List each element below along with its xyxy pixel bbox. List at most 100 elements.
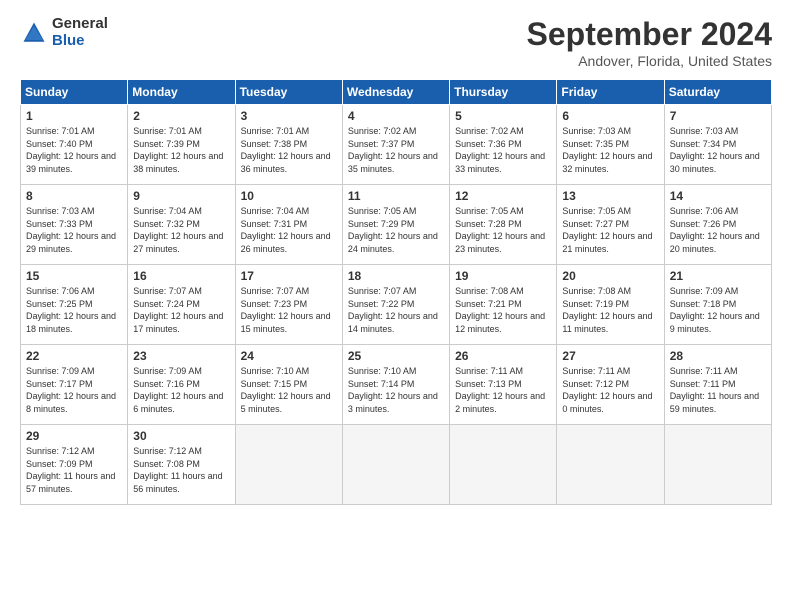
cell-info: Sunrise: 7:11 AMSunset: 7:13 PMDaylight:… [455,365,551,415]
weekday-header-row: SundayMondayTuesdayWednesdayThursdayFrid… [21,80,772,105]
weekday-header-cell: Wednesday [342,80,449,105]
day-number: 22 [26,349,122,363]
calendar-cell: 7 Sunrise: 7:03 AMSunset: 7:34 PMDaylight… [664,105,771,185]
calendar-cell: 19 Sunrise: 7:08 AMSunset: 7:21 PMDayligh… [450,265,557,345]
logo-blue-text: Blue [52,33,108,50]
calendar-cell: 10Sunrise: 7:04 AMSunset: 7:31 PMDayligh… [235,185,342,265]
logo-text: General Blue [52,16,108,49]
cell-info: Sunrise: 7:03 AMSunset: 7:33 PMDaylight:… [26,205,122,255]
cell-info: Sunrise: 7:11 AMSunset: 7:12 PMDaylight:… [562,365,658,415]
calendar-cell: 25 Sunrise: 7:10 AMSunset: 7:14 PMDayligh… [342,345,449,425]
weekday-header-cell: Tuesday [235,80,342,105]
day-number: 16 [133,269,229,283]
cell-info: Sunrise: 7:09 AMSunset: 7:16 PMDaylight:… [133,365,229,415]
weekday-header-cell: Friday [557,80,664,105]
cell-info: Sunrise: 7:07 AMSunset: 7:23 PMDaylight:… [241,285,337,335]
header: General Blue September 2024 Andover, Flo… [20,16,772,69]
weekday-header-cell: Monday [128,80,235,105]
day-number: 29 [26,429,122,443]
calendar-week-row: 1 Sunrise: 7:01 AMSunset: 7:40 PMDaylight… [21,105,772,185]
cell-info: Sunrise: 7:04 AMSunset: 7:31 PMDaylight:… [241,205,337,255]
day-number: 25 [348,349,444,363]
day-number: 13 [562,189,658,203]
cell-info: Sunrise: 7:10 AMSunset: 7:14 PMDaylight:… [348,365,444,415]
cell-info: Sunrise: 7:12 AMSunset: 7:09 PMDaylight:… [26,445,122,495]
month-title: September 2024 [527,16,772,53]
day-number: 19 [455,269,551,283]
calendar-cell: 6 Sunrise: 7:03 AMSunset: 7:35 PMDaylight… [557,105,664,185]
cell-info: Sunrise: 7:03 AMSunset: 7:35 PMDaylight:… [562,125,658,175]
weekday-header-cell: Sunday [21,80,128,105]
logo: General Blue [20,16,108,49]
location-text: Andover, Florida, United States [527,53,772,69]
cell-info: Sunrise: 7:05 AMSunset: 7:28 PMDaylight:… [455,205,551,255]
day-number: 24 [241,349,337,363]
logo-icon [20,19,48,47]
cell-info: Sunrise: 7:11 AMSunset: 7:11 PMDaylight:… [670,365,766,415]
calendar-cell: 28 Sunrise: 7:11 AMSunset: 7:11 PMDayligh… [664,345,771,425]
day-number: 5 [455,109,551,123]
calendar-body: 1 Sunrise: 7:01 AMSunset: 7:40 PMDaylight… [21,105,772,505]
cell-info: Sunrise: 7:07 AMSunset: 7:24 PMDaylight:… [133,285,229,335]
cell-info: Sunrise: 7:01 AMSunset: 7:38 PMDaylight:… [241,125,337,175]
cell-info: Sunrise: 7:08 AMSunset: 7:21 PMDaylight:… [455,285,551,335]
day-number: 8 [26,189,122,203]
calendar-cell: 26 Sunrise: 7:11 AMSunset: 7:13 PMDayligh… [450,345,557,425]
day-number: 4 [348,109,444,123]
calendar-cell: 15 Sunrise: 7:06 AMSunset: 7:25 PMDayligh… [21,265,128,345]
cell-info: Sunrise: 7:03 AMSunset: 7:34 PMDaylight:… [670,125,766,175]
day-number: 15 [26,269,122,283]
calendar-cell: 17Sunrise: 7:07 AMSunset: 7:23 PMDayligh… [235,265,342,345]
calendar-cell: 20 Sunrise: 7:08 AMSunset: 7:19 PMDayligh… [557,265,664,345]
day-number: 23 [133,349,229,363]
day-number: 27 [562,349,658,363]
day-number: 1 [26,109,122,123]
calendar-cell [450,425,557,505]
calendar-cell: 1 Sunrise: 7:01 AMSunset: 7:40 PMDaylight… [21,105,128,185]
day-number: 26 [455,349,551,363]
cell-info: Sunrise: 7:09 AMSunset: 7:17 PMDaylight:… [26,365,122,415]
day-number: 2 [133,109,229,123]
calendar-week-row: 8 Sunrise: 7:03 AMSunset: 7:33 PMDaylight… [21,185,772,265]
title-area: September 2024 Andover, Florida, United … [527,16,772,69]
cell-info: Sunrise: 7:09 AMSunset: 7:18 PMDaylight:… [670,285,766,335]
calendar-cell: 22 Sunrise: 7:09 AMSunset: 7:17 PMDayligh… [21,345,128,425]
calendar-week-row: 22 Sunrise: 7:09 AMSunset: 7:17 PMDayligh… [21,345,772,425]
cell-info: Sunrise: 7:01 AMSunset: 7:40 PMDaylight:… [26,125,122,175]
cell-info: Sunrise: 7:07 AMSunset: 7:22 PMDaylight:… [348,285,444,335]
day-number: 12 [455,189,551,203]
day-number: 6 [562,109,658,123]
calendar-cell: 23 Sunrise: 7:09 AMSunset: 7:16 PMDayligh… [128,345,235,425]
day-number: 7 [670,109,766,123]
calendar-cell: 27 Sunrise: 7:11 AMSunset: 7:12 PMDayligh… [557,345,664,425]
calendar-cell: 18Sunrise: 7:07 AMSunset: 7:22 PMDayligh… [342,265,449,345]
cell-info: Sunrise: 7:02 AMSunset: 7:37 PMDaylight:… [348,125,444,175]
calendar-cell [235,425,342,505]
day-number: 14 [670,189,766,203]
calendar-table: SundayMondayTuesdayWednesdayThursdayFrid… [20,79,772,505]
day-number: 30 [133,429,229,443]
calendar-cell: 21 Sunrise: 7:09 AMSunset: 7:18 PMDayligh… [664,265,771,345]
weekday-header-cell: Thursday [450,80,557,105]
calendar-cell: 30Sunrise: 7:12 AMSunset: 7:08 PMDayligh… [128,425,235,505]
cell-info: Sunrise: 7:06 AMSunset: 7:25 PMDaylight:… [26,285,122,335]
calendar-cell: 4 Sunrise: 7:02 AMSunset: 7:37 PMDaylight… [342,105,449,185]
calendar-cell: 8 Sunrise: 7:03 AMSunset: 7:33 PMDaylight… [21,185,128,265]
day-number: 28 [670,349,766,363]
cell-info: Sunrise: 7:10 AMSunset: 7:15 PMDaylight:… [241,365,337,415]
calendar-cell: 2Sunrise: 7:01 AMSunset: 7:39 PMDaylight… [128,105,235,185]
weekday-header-cell: Saturday [664,80,771,105]
day-number: 9 [133,189,229,203]
cell-info: Sunrise: 7:08 AMSunset: 7:19 PMDaylight:… [562,285,658,335]
calendar-week-row: 15 Sunrise: 7:06 AMSunset: 7:25 PMDayligh… [21,265,772,345]
calendar-cell: 13 Sunrise: 7:05 AMSunset: 7:27 PMDayligh… [557,185,664,265]
day-number: 20 [562,269,658,283]
cell-info: Sunrise: 7:05 AMSunset: 7:27 PMDaylight:… [562,205,658,255]
day-number: 3 [241,109,337,123]
calendar-cell: 24 Sunrise: 7:10 AMSunset: 7:15 PMDayligh… [235,345,342,425]
day-number: 21 [670,269,766,283]
logo-general-text: General [52,16,108,33]
calendar-cell [342,425,449,505]
day-number: 11 [348,189,444,203]
calendar-cell: 16 Sunrise: 7:07 AMSunset: 7:24 PMDayligh… [128,265,235,345]
